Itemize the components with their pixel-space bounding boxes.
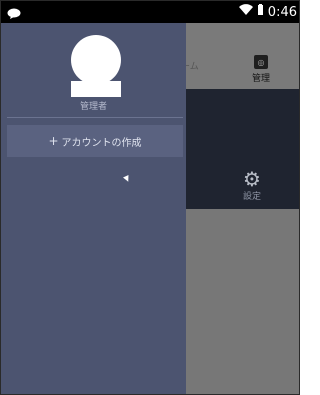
tab-admin[interactable]: ◎ 管理 bbox=[251, 55, 271, 84]
gear-icon: ⚙ bbox=[243, 167, 261, 191]
create-account-label: アカウントの作成 bbox=[61, 137, 142, 149]
avatar-label-bar bbox=[71, 81, 121, 97]
wifi-icon bbox=[238, 4, 253, 20]
divider bbox=[7, 117, 183, 118]
navigation-drawer: 管理者 + アカウントの作成 bbox=[1, 23, 186, 394]
clock-text: 0:46 bbox=[267, 4, 297, 20]
mouse-cursor-icon bbox=[123, 175, 131, 183]
status-icons: 0:46 bbox=[238, 4, 297, 20]
chat-notification-icon bbox=[7, 5, 21, 24]
avatar bbox=[71, 35, 121, 85]
tab-admin-label: 管理 bbox=[251, 74, 270, 84]
settings-label: 設定 bbox=[242, 192, 261, 202]
screen: 0:46 ーム ◎ 管理 ⚙ 設定 管理者 + アカウントの作成 bbox=[0, 0, 300, 395]
create-account-button[interactable]: + アカウントの作成 bbox=[7, 125, 183, 157]
user-name: 管理者 bbox=[79, 102, 107, 112]
status-bar: 0:46 bbox=[1, 1, 299, 24]
admin-icon: ◎ bbox=[254, 55, 268, 69]
battery-icon bbox=[257, 4, 264, 20]
settings-button[interactable]: ⚙ 設定 bbox=[239, 169, 265, 202]
plus-icon: + bbox=[48, 134, 59, 148]
